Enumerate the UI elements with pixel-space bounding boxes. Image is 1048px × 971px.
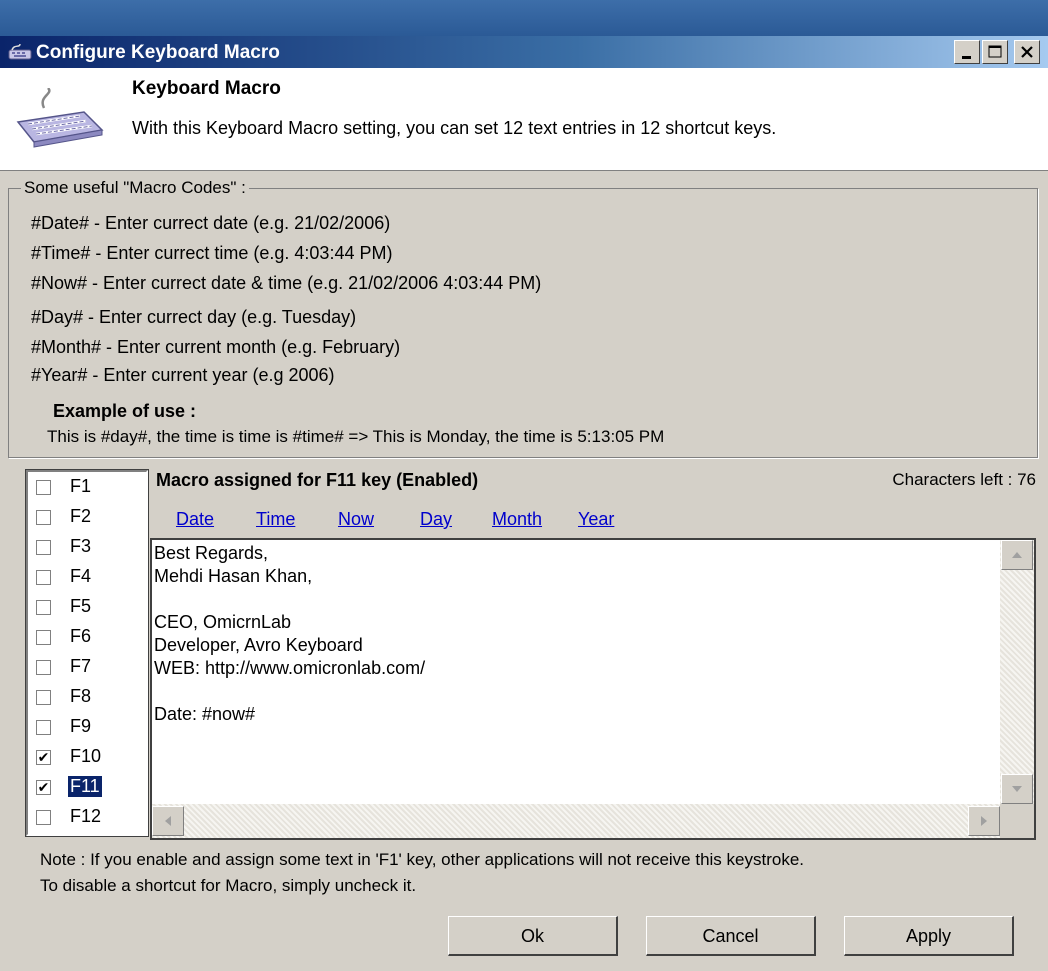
fkey-item[interactable]: F12 [32, 804, 146, 832]
fkey-label: F2 [70, 506, 92, 526]
keyboard-app-icon [8, 43, 32, 60]
insert-time-link[interactable]: Time [256, 509, 295, 530]
fkey-item[interactable]: F7 [32, 654, 146, 682]
maximize-icon [988, 45, 1002, 58]
fkey-item[interactable]: F9 [32, 714, 146, 742]
note-line-2: To disable a shortcut for Macro, simply … [40, 876, 417, 895]
scroll-right-button[interactable] [968, 806, 1000, 836]
insert-date-link[interactable]: Date [176, 509, 214, 530]
scrollbar-corner [1000, 804, 1034, 838]
checkbox[interactable] [36, 720, 51, 735]
checkbox[interactable] [36, 630, 51, 645]
fkey-label: F10 [70, 746, 102, 766]
header-panel: Keyboard Macro With this Keyboard Macro … [0, 68, 1048, 171]
checkbox[interactable] [36, 510, 51, 525]
header-description: With this Keyboard Macro setting, you ca… [132, 118, 777, 138]
window-titlebar[interactable]: Configure Keyboard Macro [0, 36, 1048, 68]
vertical-scrollbar[interactable] [1000, 540, 1034, 804]
insert-now-link[interactable]: Now [338, 509, 374, 530]
fkey-item[interactable]: ✔ F10 [32, 744, 146, 772]
macro-code-line: #Day# - Enter currect day (e.g. Tuesday) [31, 307, 357, 327]
checkbox[interactable] [36, 480, 51, 495]
desktop-strip [0, 0, 1048, 36]
fkey-item[interactable]: ✔ F11 [32, 774, 146, 802]
maximize-button[interactable] [982, 40, 1008, 64]
fkey-item[interactable]: F4 [32, 564, 146, 592]
cancel-button[interactable]: Cancel [646, 916, 816, 956]
checkbox-checked[interactable]: ✔ [36, 750, 51, 765]
example-title: Example of use : [53, 401, 197, 421]
checkbox[interactable] [36, 690, 51, 705]
macro-assigned-title: Macro assigned for F11 key (Enabled) [156, 470, 479, 490]
horizontal-scrollbar[interactable] [152, 804, 1000, 838]
macro-code-line: #Year# - Enter current year (e.g 2006) [31, 365, 335, 385]
macro-code-line: #Time# - Enter currect time (e.g. 4:03:4… [31, 243, 393, 263]
fkey-checklist[interactable]: F1 F2 F3 F4 F5 F6 F7 F8 F9 ✔ F10 ✔ F11 F12 [25, 469, 149, 837]
macro-code-line: #Date# - Enter currect date (e.g. 21/02/… [31, 213, 391, 233]
macro-code-line: #Month# - Enter current month (e.g. Febr… [31, 337, 401, 357]
arrow-right-icon [981, 816, 987, 826]
checkbox[interactable] [36, 660, 51, 675]
fkey-label: F4 [70, 566, 92, 586]
fkey-item[interactable]: F3 [32, 534, 146, 562]
ok-button[interactable]: Ok [448, 916, 618, 956]
insert-year-link[interactable]: Year [578, 509, 614, 530]
fkey-label: F7 [70, 656, 92, 676]
apply-button[interactable]: Apply [844, 916, 1014, 956]
fkey-label: F11 [67, 775, 103, 798]
characters-left-label: Characters left : 76 [892, 470, 1036, 489]
macro-codes-groupbox: Some useful "Macro Codes" : #Date# - Ent… [8, 178, 1038, 458]
fkey-item[interactable]: F5 [32, 594, 146, 622]
scroll-down-button[interactable] [1001, 774, 1033, 804]
fkey-label: F3 [70, 536, 92, 556]
insert-day-link[interactable]: Day [420, 509, 452, 530]
checkbox[interactable] [36, 810, 51, 825]
close-icon [1021, 46, 1033, 58]
macro-code-line: #Now# - Enter currect date & time (e.g. … [31, 273, 542, 293]
scroll-up-button[interactable] [1001, 540, 1033, 570]
macro-codes-legend: Some useful "Macro Codes" : [21, 178, 249, 198]
minimize-button[interactable] [954, 40, 980, 64]
checkbox[interactable] [36, 600, 51, 615]
scroll-left-button[interactable] [152, 806, 184, 836]
fkey-item[interactable]: F1 [32, 474, 146, 502]
fkey-label: F8 [70, 686, 92, 706]
checkbox[interactable] [36, 540, 51, 555]
fkey-label: F1 [70, 476, 92, 496]
fkey-label: F5 [70, 596, 92, 616]
fkey-item[interactable]: F2 [32, 504, 146, 532]
minimize-icon [962, 56, 971, 59]
checkbox[interactable] [36, 570, 51, 585]
header-title: Keyboard Macro [132, 78, 281, 99]
fkey-label: F6 [70, 626, 92, 646]
macro-textarea[interactable]: Best Regards, Mehdi Hasan Khan, CEO, Omi… [154, 542, 1002, 804]
fkey-label: F12 [70, 806, 102, 826]
arrow-left-icon [165, 816, 171, 826]
close-button[interactable] [1014, 40, 1040, 64]
arrow-up-icon [1012, 552, 1022, 558]
note-line-1: Note : If you enable and assign some tex… [40, 850, 805, 869]
insert-month-link[interactable]: Month [492, 509, 542, 530]
checkbox-checked[interactable]: ✔ [36, 780, 51, 795]
fkey-item[interactable]: F6 [32, 624, 146, 652]
example-text: This is #day#, the time is time is #time… [47, 427, 665, 446]
fkey-label: F9 [70, 716, 92, 736]
window-title: Configure Keyboard Macro [36, 42, 280, 63]
macro-text-editor[interactable]: Best Regards, Mehdi Hasan Khan, CEO, Omi… [150, 538, 1036, 840]
fkey-item[interactable]: F8 [32, 684, 146, 712]
keyboard-icon [16, 88, 104, 148]
arrow-down-icon [1012, 786, 1022, 792]
